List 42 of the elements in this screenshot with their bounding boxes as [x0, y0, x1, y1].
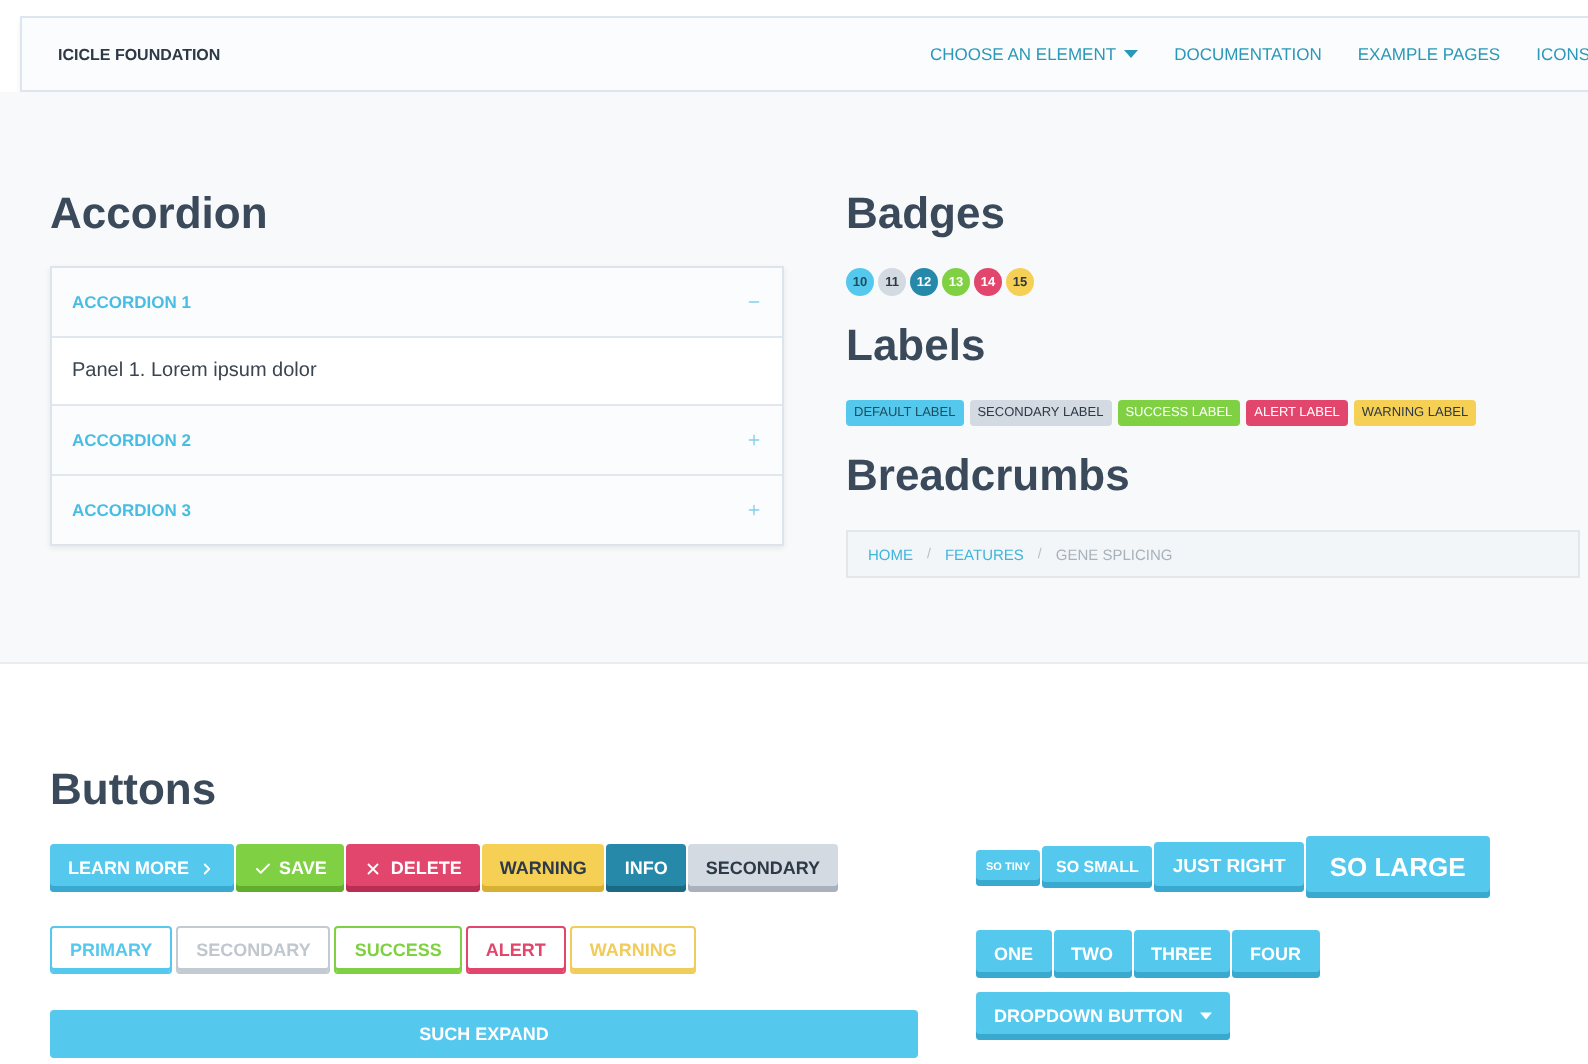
outline-button[interactable]: WARNING [569, 926, 697, 974]
nav-link[interactable]: DOCUMENTATION [1174, 44, 1322, 64]
button[interactable]: DELETE [346, 844, 480, 892]
button[interactable]: SECONDARY [687, 844, 839, 892]
accordion-title: ACCORDION 2 [72, 430, 192, 450]
size-button[interactable]: SO LARGE [1305, 836, 1490, 898]
accordion-header[interactable]: ACCORDION 2 [52, 404, 782, 474]
nav-link[interactable]: CHOOSE AN ELEMENT [930, 44, 1139, 64]
accordion-header[interactable]: ACCORDION 3 [52, 474, 782, 544]
check-icon [253, 859, 271, 877]
expand-button[interactable]: SUCH EXPAND [50, 1010, 918, 1058]
plus-icon [746, 502, 762, 518]
caret-icon [1124, 50, 1139, 58]
group-button[interactable]: TWO [1053, 930, 1132, 978]
accordion-title: ACCORDION 1 [72, 292, 192, 312]
plus-icon [746, 432, 762, 448]
outline-button[interactable]: PRIMARY [50, 926, 173, 974]
button[interactable]: LEARN MORE [50, 844, 233, 892]
button[interactable]: WARNING [481, 844, 605, 892]
section-heading: Accordion [50, 188, 270, 240]
nav-link[interactable]: EXAMPLE PAGES [1357, 44, 1501, 64]
section-heading: Badges [846, 188, 1007, 240]
accordion-title: ACCORDION 3 [72, 500, 192, 520]
section-heading: Buttons [50, 764, 219, 816]
brand-name[interactable]: ICICLE FOUNDATION [58, 45, 930, 63]
group-button[interactable]: ONE [976, 930, 1052, 978]
button[interactable]: SAVE [235, 844, 345, 892]
outline-button[interactable]: SUCCESS [334, 926, 462, 974]
dropdown-button[interactable]: DROPDOWN BUTTON [976, 992, 1231, 1040]
caret-icon [1200, 1012, 1213, 1020]
group-button[interactable]: THREE [1133, 930, 1231, 978]
outline-button[interactable]: ALERT [465, 926, 566, 974]
size-button[interactable]: SO SMALL [1042, 846, 1153, 888]
panel-text: Panel 1. Lorem ipsum dolor [72, 360, 317, 382]
outline-button[interactable]: SECONDARY [176, 926, 331, 974]
button[interactable]: INFO [606, 844, 686, 892]
section-heading: Breadcrumbs [846, 450, 1132, 502]
size-button[interactable]: JUST RIGHT [1154, 842, 1304, 892]
close-icon [364, 859, 383, 877]
accordion-header[interactable]: ACCORDION 1 [52, 268, 782, 336]
section-heading: Labels [846, 320, 988, 372]
group-button[interactable]: FOUR [1232, 930, 1320, 978]
